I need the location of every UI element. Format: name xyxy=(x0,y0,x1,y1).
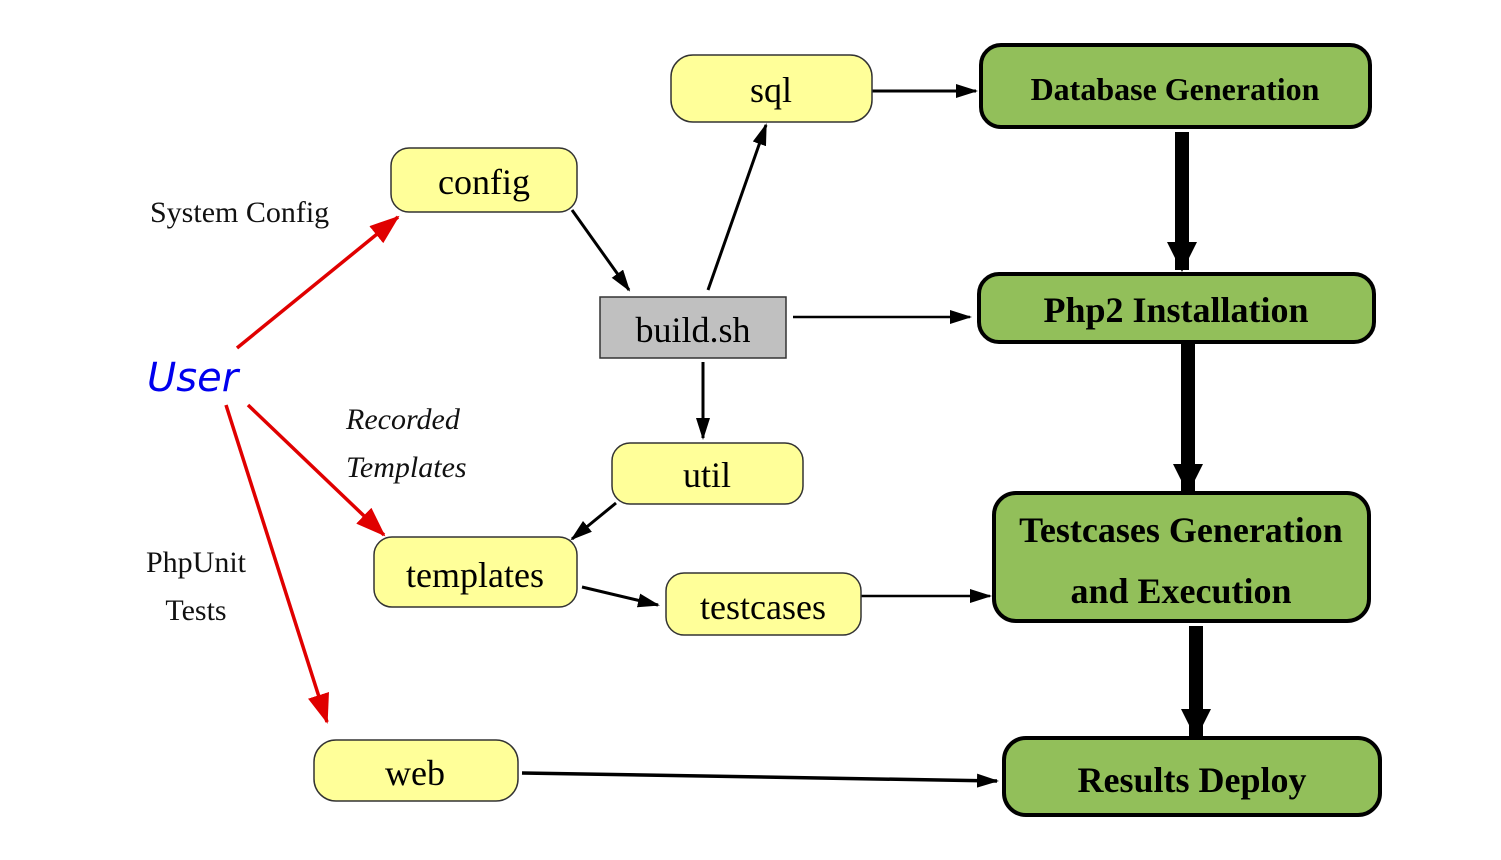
node-web-label: web xyxy=(385,753,445,793)
stage-results-deploy-label: Results Deploy xyxy=(1077,760,1306,800)
stage-database-generation-label: Database Generation xyxy=(1031,71,1320,107)
edge-config-build xyxy=(570,209,631,292)
edge-web-results xyxy=(521,771,999,788)
label-recorded: Recorded xyxy=(345,403,461,436)
node-web[interactable]: web xyxy=(313,739,519,802)
node-testcases[interactable]: testcases xyxy=(665,572,862,636)
stage-testcases-generation-line1: Testcases Generation xyxy=(1019,510,1343,550)
node-testcases-label: testcases xyxy=(700,587,826,627)
label-templates: Templates xyxy=(346,451,467,484)
node-sql-label: sql xyxy=(750,70,792,110)
node-util[interactable]: util xyxy=(611,442,804,505)
edge-templates-testcases xyxy=(581,585,660,608)
edge-user-config xyxy=(235,215,400,350)
label-tests: Tests xyxy=(165,594,226,627)
node-config-label: config xyxy=(438,162,530,202)
node-templates-label: templates xyxy=(406,555,544,595)
node-util-label: util xyxy=(683,455,731,495)
stage-php2-installation[interactable]: Php2 Installation xyxy=(977,272,1376,344)
stage-php2-installation-label: Php2 Installation xyxy=(1043,290,1308,330)
edge-util-templates xyxy=(570,501,617,541)
stage-database-generation[interactable]: Database Generation xyxy=(979,43,1372,129)
stage-testcases-generation[interactable]: Testcases Generation and Execution xyxy=(992,491,1371,623)
stage-testcases-generation-line2: and Execution xyxy=(1070,571,1291,611)
node-sql[interactable]: sql xyxy=(670,54,873,123)
workflow-diagram: User System Config Recorded Templates Ph… xyxy=(146,43,1382,817)
node-build-sh-label: build.sh xyxy=(635,310,750,350)
label-system-config: System Config xyxy=(150,196,329,229)
node-build-sh[interactable]: build.sh xyxy=(599,296,787,359)
label-phpunit: PhpUnit xyxy=(146,546,247,579)
node-templates[interactable]: templates xyxy=(373,536,578,608)
node-config[interactable]: config xyxy=(390,147,578,213)
user-actor: User xyxy=(147,355,241,401)
edge-build-sql xyxy=(706,123,768,291)
stage-results-deploy[interactable]: Results Deploy xyxy=(1002,736,1382,817)
